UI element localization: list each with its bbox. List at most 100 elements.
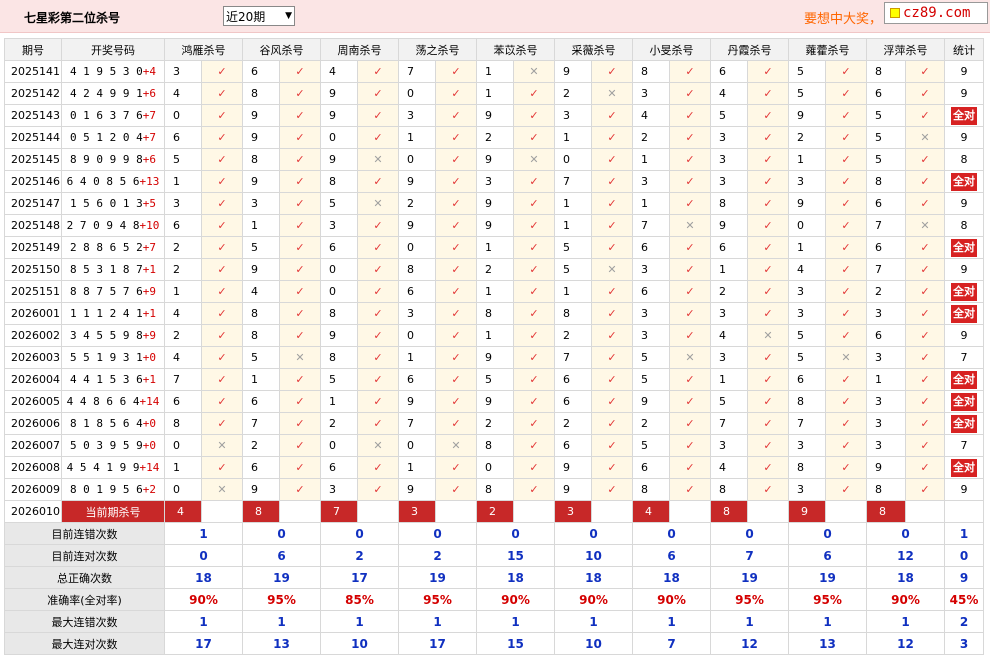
kill-number: 0 [476,456,514,479]
kill-number: 6 [554,368,592,391]
check-icon: ✓ [295,483,305,496]
result-mark-cell: ✓ [905,258,945,281]
draw-sum-plus: +6 [142,153,157,166]
check-icon: ✓ [529,439,539,452]
check-icon: ✓ [373,395,383,408]
kill-number: 8 [398,258,436,281]
column-header-kill[interactable]: 周南杀号 [320,38,399,61]
check-icon: ✓ [920,329,930,342]
kill-number: 6 [866,192,906,215]
stat-value: 7 [632,632,711,655]
kill-number: 7 [398,412,436,435]
stat-value: 0 [320,522,399,545]
result-mark-cell: ✓ [435,214,477,237]
result-mark-cell: ✓ [591,60,633,83]
issue-cell: 2025146 [4,170,62,193]
kill-number: 2 [164,236,202,259]
kill-number: 5 [632,434,670,457]
check-icon: ✓ [841,417,851,430]
check-icon: ✓ [763,241,773,254]
result-mark-cell: ✓ [905,192,945,215]
result-mark-cell: ✓ [825,60,867,83]
stat-value: 1 [164,610,243,633]
draw-digits: 8 0 1 9 5 6 [69,483,143,496]
check-icon: ✓ [841,461,851,474]
kill-number: 1 [632,148,670,171]
result-mark-cell: ✓ [747,434,789,457]
check-icon: ✓ [685,197,695,210]
column-header-kill[interactable]: 浮萍杀号 [866,38,945,61]
table-row: 2026002 3 4 5 5 9 8+9 2 ✓ 8 ✓ 9 ✓ 0 ✓ 1 ✓ 2 ✓ 3 ✓ 4 ✕ 5 ✓ 6 ✓… [4,324,984,347]
kill-number: 3 [710,434,748,457]
result-mark-cell: ✓ [591,170,633,193]
logo-square-icon [890,8,900,18]
result-mark-cell: ✓ [513,434,555,457]
result-mark-cell: ✓ [905,280,945,303]
draw-cell: 0 5 1 2 0 4+7 [61,126,165,149]
result-mark-cell: ✓ [747,192,789,215]
kill-number: 6 [320,236,358,259]
result-mark-cell: ✓ [825,390,867,413]
result-mark-cell: ✓ [435,82,477,105]
cross-icon: ✕ [685,219,695,232]
promo-text[interactable]: 要想中大奖， [804,8,882,27]
total-cell: 全对 [944,302,984,325]
top-bar: 七星彩第二位杀号 近20期 ▼ 要想中大奖， cz89.com [0,0,990,33]
issue-cell: 2026005 [4,390,62,413]
check-icon: ✓ [295,65,305,78]
result-mark-cell: ✓ [435,478,477,501]
column-header-kill[interactable]: 蕹藿杀号 [788,38,867,61]
kill-number: 3 [320,478,358,501]
kill-number: 0 [320,434,358,457]
column-header-kill[interactable]: 丹霞杀号 [710,38,789,61]
site-logo[interactable]: cz89.com [884,2,988,24]
column-header-kill[interactable]: 采薇杀号 [554,38,633,61]
result-mark-cell: ✓ [905,456,945,479]
current-total-blank [944,500,984,523]
result-mark-cell: ✓ [591,434,633,457]
kill-number: 7 [398,60,436,83]
draw-sum-plus: +7 [142,131,157,144]
kill-number: 7 [710,412,748,435]
kill-number: 4 [788,258,826,281]
column-header-kill[interactable]: 苯苡杀号 [476,38,555,61]
period-select[interactable]: 近20期 ▼ [223,6,295,26]
kill-number: 3 [242,192,280,215]
kill-number: 7 [866,214,906,237]
stat-value: 95% [242,588,321,611]
result-mark-cell: ✓ [513,170,555,193]
draw-sum-plus: +2 [142,483,157,496]
check-icon: ✓ [685,263,695,276]
result-mark-cell: ✓ [591,302,633,325]
result-mark-cell: ✓ [591,390,633,413]
result-mark-cell: ✕ [905,126,945,149]
column-header-kill[interactable]: 小旻杀号 [632,38,711,61]
result-mark-cell: ✓ [669,60,711,83]
column-header-total: 统计 [944,38,984,61]
result-mark-cell: ✓ [669,104,711,127]
result-mark-cell: ✓ [591,412,633,435]
result-mark-cell: ✓ [669,192,711,215]
check-icon: ✓ [451,461,461,474]
result-mark-cell: ✓ [669,324,711,347]
result-mark-cell: ✓ [905,60,945,83]
kill-number: 5 [476,368,514,391]
stat-value: 10 [554,544,633,567]
check-icon: ✓ [451,153,461,166]
stat-value: 12 [866,544,945,567]
column-header-kill[interactable]: 谷风杀号 [242,38,321,61]
draw-digits: 5 5 1 9 3 1 [69,351,143,364]
column-header-kill[interactable]: 鸿雁杀号 [164,38,243,61]
kill-number: 3 [632,258,670,281]
check-icon: ✓ [920,65,930,78]
kill-number: 3 [164,192,202,215]
column-header-kill[interactable]: 荡之杀号 [398,38,477,61]
result-mark-cell: ✓ [201,324,243,347]
stat-value: 1 [710,610,789,633]
issue-cell: 2026008 [4,456,62,479]
check-icon: ✓ [529,263,539,276]
result-mark-cell: ✓ [435,148,477,171]
kill-number: 2 [710,280,748,303]
kill-number: 9 [398,478,436,501]
all-correct-badge: 全对 [951,304,977,323]
